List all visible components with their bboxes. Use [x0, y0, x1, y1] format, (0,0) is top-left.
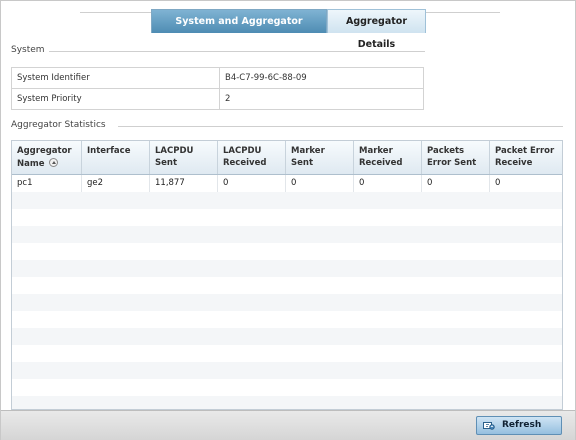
column-header-packet-error-receive[interactable]: Packet Error Receive	[490, 141, 562, 174]
system-section-title: System	[11, 45, 45, 55]
system-priority-value: 2	[219, 88, 424, 110]
refresh-button-label: Refresh	[502, 420, 542, 430]
empty-row	[12, 311, 562, 328]
cell-marker-received: 0	[354, 175, 422, 192]
aggregator-section-title: Aggregator Statistics	[11, 120, 106, 130]
empty-row	[12, 243, 562, 260]
cell-aggregator-name: pc1	[12, 175, 82, 192]
empty-row	[12, 379, 562, 396]
column-header-label: Aggregator Name	[17, 146, 72, 169]
cell-packet-error-receive: 0	[495, 178, 501, 188]
cell-packets-error-sent: 0	[422, 175, 490, 192]
system-identifier-value: B4-C7-99-6C-88-09	[219, 67, 424, 89]
column-header-marker-received[interactable]: Marker Received	[354, 141, 422, 174]
sort-ascending-icon[interactable]	[49, 158, 59, 167]
refresh-button[interactable]: Refresh	[476, 416, 562, 435]
empty-row	[12, 396, 562, 409]
aggregator-section-rule	[118, 126, 563, 127]
tab-system-aggregator-statistics[interactable]: System and Aggregator Statistics	[151, 9, 327, 50]
empty-row	[12, 192, 562, 209]
tab-aggregator-details[interactable]: Aggregator Details	[327, 9, 426, 50]
system-section-rule	[49, 51, 425, 52]
cell-interface: ge2	[82, 175, 150, 192]
cell-lacpdu-sent: 11,877	[150, 175, 218, 192]
cell-lacpdu-received: 0	[218, 175, 286, 192]
column-header-aggregator-name[interactable]: Aggregator Name	[12, 141, 82, 174]
empty-row	[12, 226, 562, 243]
column-header-interface[interactable]: Interface	[82, 141, 150, 174]
column-header-lacpdu-sent[interactable]: LACPDU Sent	[150, 141, 218, 174]
column-header-marker-sent[interactable]: Marker Sent	[286, 141, 354, 174]
empty-row	[12, 328, 562, 345]
table-row[interactable]: pc1 ge2 11,877 0 0 0 0 0	[12, 175, 562, 192]
empty-row	[12, 209, 562, 226]
column-header-packets-error-sent[interactable]: Packets Error Sent	[422, 141, 490, 174]
empty-row	[12, 294, 562, 311]
empty-row	[12, 345, 562, 362]
empty-row	[12, 277, 562, 294]
table-header: Aggregator Name Interface LACPDU Sent LA…	[12, 141, 562, 175]
empty-row	[12, 362, 562, 379]
system-identifier-label: System Identifier	[11, 67, 220, 89]
system-row: System Priority 2	[11, 88, 424, 110]
cell-marker-sent: 0	[286, 175, 354, 192]
empty-row	[12, 260, 562, 277]
system-priority-label: System Priority	[11, 88, 220, 110]
system-table: System Identifier B4-C7-99-6C-88-09 Syst…	[11, 67, 424, 110]
system-row: System Identifier B4-C7-99-6C-88-09	[11, 67, 424, 89]
aggregator-stats-table: Aggregator Name Interface LACPDU Sent LA…	[11, 140, 563, 410]
column-header-lacpdu-received[interactable]: LACPDU Received	[218, 141, 286, 174]
refresh-icon	[483, 422, 495, 430]
tab-bar: System and Aggregator Statistics Aggrega…	[0, 9, 576, 50]
